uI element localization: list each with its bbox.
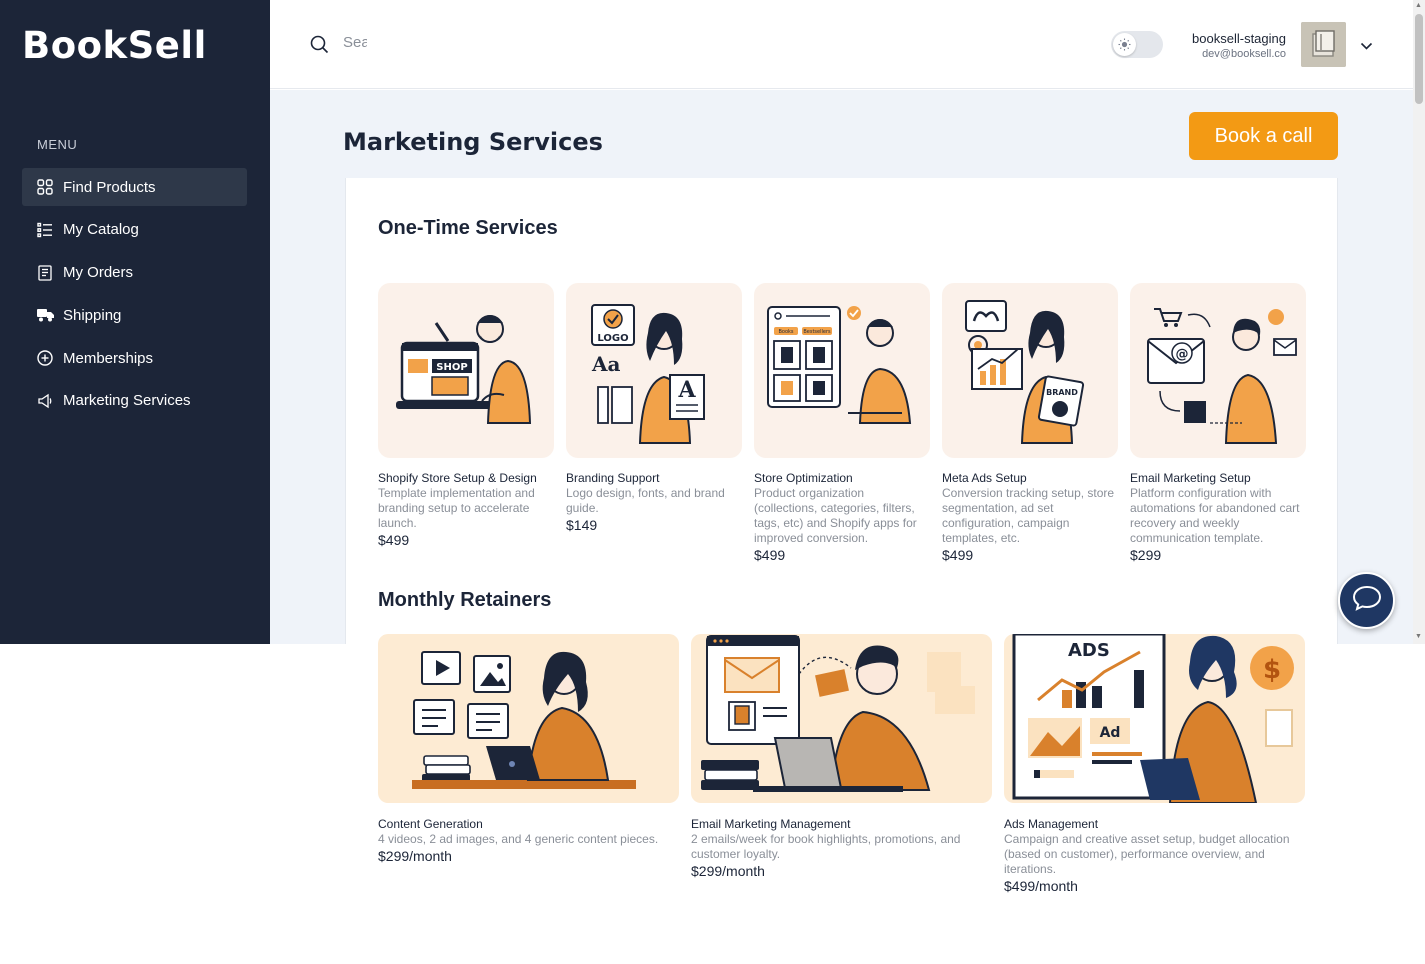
theme-toggle[interactable] <box>1111 31 1163 58</box>
sidebar-item-label: Marketing Services <box>63 392 191 410</box>
chevron-down-icon[interactable] <box>1360 38 1373 56</box>
logo-text: BookSell <box>22 24 207 67</box>
svg-text:ADS: ADS <box>1068 640 1110 661</box>
sidebar-item-my-orders[interactable]: My Orders <box>22 254 247 292</box>
search-icon[interactable] <box>310 35 329 59</box>
sidebar: BookSell MENU Find Products My Catalog M… <box>0 0 270 644</box>
meta-ads-illustration: BRAND <box>942 283 1118 458</box>
list-icon <box>36 221 54 239</box>
retainer-name: Content Generation <box>378 817 483 831</box>
service-price: $499 <box>378 532 410 548</box>
service-description: Logo design, fonts, and brand guide. <box>566 486 725 515</box>
service-description: Template implementation and branding set… <box>378 486 535 530</box>
page-title: Marketing Services <box>343 128 603 156</box>
sidebar-item-label: My Catalog <box>63 221 139 239</box>
ads-management-illustration: ADS Ad $ <box>1004 634 1305 803</box>
sidebar-nav: Find Products My Catalog My Orders Shipp… <box>22 168 247 425</box>
megaphone-icon <box>36 392 54 410</box>
svg-text:$: $ <box>1263 655 1281 685</box>
retainer-price: $499/month <box>1004 878 1078 894</box>
scroll-up-arrow-icon[interactable]: ▲ <box>1415 2 1422 9</box>
content-generation-illustration <box>378 634 679 803</box>
svg-text:Books: Books <box>778 329 793 335</box>
scroll-down-arrow-icon[interactable]: ▼ <box>1415 633 1422 640</box>
service-description: Conversion tracking setup, store segment… <box>942 486 1115 545</box>
shopify-store-illustration: SHOP <box>378 283 554 458</box>
store-optimization-illustration: Books Bestsellers <box>754 283 930 458</box>
retainer-description: 4 videos, 2 ad images, and 4 generic con… <box>378 832 659 846</box>
grid-icon <box>36 178 54 196</box>
booksell-logo[interactable]: BookSell <box>22 24 207 67</box>
retainer-card-content-generation[interactable]: Content Generation 4 videos, 2 ad images… <box>378 634 679 864</box>
retainer-card-email-management[interactable]: Email Marketing Management 2 emails/week… <box>691 634 992 879</box>
sidebar-item-label: My Orders <box>63 264 134 282</box>
menu-label: MENU <box>37 137 78 152</box>
receipt-icon <box>36 264 54 282</box>
svg-text:BRAND: BRAND <box>1046 388 1078 397</box>
retainer-price: $299/month <box>691 863 765 879</box>
sidebar-item-find-products[interactable]: Find Products <box>22 168 247 206</box>
sidebar-item-shipping[interactable]: Shipping <box>22 296 247 334</box>
user-name: booksell-staging <box>1192 31 1286 46</box>
scrollbar-thumb[interactable] <box>1415 14 1423 104</box>
service-card-email-setup[interactable]: @ Email Marketing Setup Platform configu… <box>1130 283 1306 563</box>
top-bar: booksell-staging dev@booksell.co <box>270 0 1413 89</box>
service-price: $499 <box>942 547 974 563</box>
svg-text:@: @ <box>1176 347 1189 362</box>
book-a-call-button[interactable]: Book a call <box>1189 112 1338 160</box>
service-card-meta-ads[interactable]: BRAND Meta Ads Setup Conversion tracking… <box>942 283 1118 563</box>
retainer-name: Ads Management <box>1004 817 1099 831</box>
sidebar-item-label: Find Products <box>63 178 156 196</box>
service-name: Shopify Store Setup & Design <box>378 471 537 485</box>
service-price: $299 <box>1130 547 1162 563</box>
branding-illustration: LOGO Aa A <box>566 283 742 458</box>
user-email: dev@booksell.co <box>1202 48 1286 60</box>
service-name: Store Optimization <box>754 471 853 485</box>
email-management-illustration <box>691 634 992 803</box>
truck-icon <box>36 306 54 324</box>
sidebar-item-label: Shipping <box>63 306 122 324</box>
svg-text:A: A <box>677 377 696 403</box>
chat-bubble-icon <box>1351 584 1383 617</box>
section-title-monthly-retainers: Monthly Retainers <box>378 589 552 611</box>
service-description: Platform configuration with automations … <box>1130 486 1300 545</box>
service-name: Meta Ads Setup <box>942 471 1027 485</box>
service-price: $149 <box>566 517 598 533</box>
service-name: Branding Support <box>566 471 660 485</box>
sidebar-item-marketing-services[interactable]: Marketing Services <box>22 382 247 420</box>
plus-circle-icon <box>36 349 54 367</box>
chat-launcher-button[interactable] <box>1338 572 1395 629</box>
service-card-shopify-setup[interactable]: SHOP Shopify Store Setup & Design Templa… <box>378 283 554 548</box>
svg-text:Bestsellers: Bestsellers <box>803 329 831 335</box>
service-description: Product organization (collections, categ… <box>754 486 917 545</box>
service-card-store-optimization[interactable]: Books Bestsellers Store Optimization Pro… <box>754 283 930 563</box>
section-title-one-time: One-Time Services <box>378 217 558 239</box>
retainer-card-ads-management[interactable]: ADS Ad $ Ads Management Campaign and cre… <box>1004 634 1305 894</box>
search-input[interactable] <box>343 34 367 51</box>
email-marketing-illustration: @ <box>1130 283 1306 458</box>
retainer-name: Email Marketing Management <box>691 817 851 831</box>
retainer-description: 2 emails/week for book highlights, promo… <box>691 832 961 861</box>
sun-icon <box>1113 33 1136 56</box>
retainer-description: Campaign and creative asset setup, budge… <box>1004 832 1290 876</box>
sidebar-item-label: Memberships <box>63 349 154 367</box>
avatar[interactable] <box>1301 22 1346 67</box>
sidebar-item-my-catalog[interactable]: My Catalog <box>22 211 247 249</box>
sidebar-item-memberships[interactable]: Memberships <box>22 339 247 377</box>
svg-text:Ad: Ad <box>1100 725 1121 741</box>
service-name: Email Marketing Setup <box>1130 471 1251 485</box>
service-price: $499 <box>754 547 786 563</box>
svg-text:SHOP: SHOP <box>436 362 467 373</box>
svg-text:LOGO: LOGO <box>597 333 628 344</box>
service-card-branding[interactable]: LOGO Aa A Branding Support Logo design, … <box>566 283 742 533</box>
svg-text:Aa: Aa <box>591 352 621 376</box>
retainer-price: $299/month <box>378 848 452 864</box>
